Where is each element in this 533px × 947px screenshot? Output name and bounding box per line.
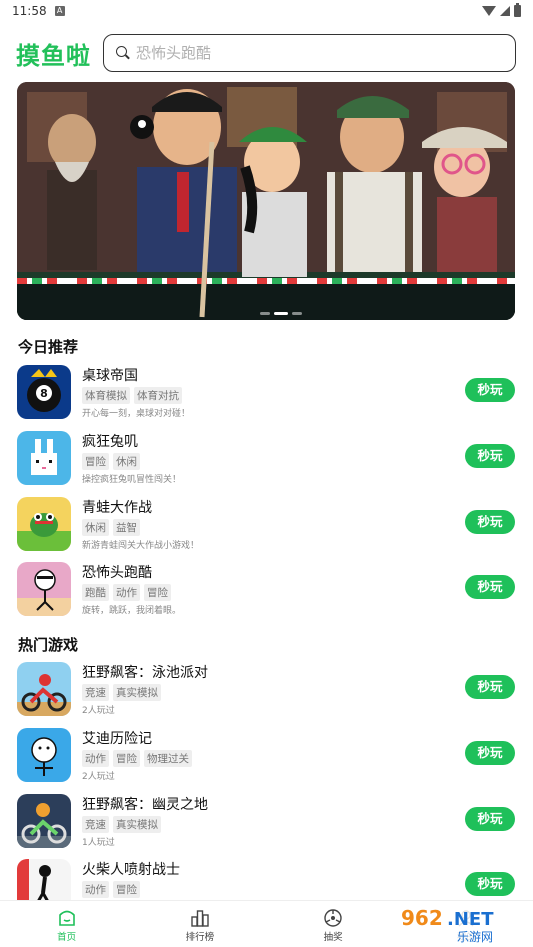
carousel-indicator	[260, 312, 302, 315]
header: 摸鱼啦	[0, 34, 533, 72]
nav-label: 排行榜	[185, 932, 215, 943]
nav-ranking[interactable]: 排行榜	[133, 901, 266, 947]
section-title-today: 今日推荐	[18, 338, 79, 356]
game-tag: 跑酷	[82, 584, 109, 601]
game-tags: 跑酷 动作 冒险	[82, 584, 171, 601]
game-name: 狂野飙客：幽灵之地	[82, 797, 208, 813]
notification-icon: A	[54, 6, 65, 16]
watermark-logo: 962 .NET 乐游网	[397, 901, 527, 945]
game-row[interactable]: 狂野飙客：幽灵之地 竞速 真实模拟 1人玩过 秒玩	[17, 794, 517, 850]
app-logo: 摸鱼啦	[16, 42, 91, 70]
game-tag: 冒险	[82, 453, 109, 470]
game-row[interactable]: 8 桌球帝国 体育模拟 体育对抗 开心每一刻，桌球对对碰！ 秒玩	[17, 365, 517, 421]
rabbit-icon	[17, 431, 71, 485]
game-tag: 冒险	[113, 881, 140, 898]
game-tag: 动作	[82, 750, 109, 767]
frog-icon	[17, 497, 71, 551]
game-tag: 竞速	[82, 684, 109, 701]
status-bar: 11:58 A	[0, 0, 533, 22]
game-tag: 真实模拟	[113, 684, 161, 701]
runner-icon	[17, 562, 71, 616]
game-tags: 竞速 真实模拟	[82, 816, 161, 833]
ghost-bike-icon	[17, 794, 71, 848]
game-tag: 益智	[113, 519, 140, 536]
game-name: 疯狂兔叽	[82, 434, 138, 450]
game-name: 恐怖头跑酷	[82, 565, 152, 581]
game-tags: 休闲 益智	[82, 519, 140, 536]
search-bar[interactable]	[103, 34, 516, 72]
game-tags: 动作 冒险 物理过关	[82, 750, 192, 767]
game-tag: 体育对抗	[134, 387, 182, 404]
game-row[interactable]: 青蛙大作战 休闲 益智 新游青蛙闯关大作战小游戏！ 秒玩	[17, 497, 517, 553]
game-description: 旋转，跳跃，我闭着眼。	[82, 606, 182, 616]
game-tag: 体育模拟	[82, 387, 130, 404]
game-tag: 冒险	[113, 750, 140, 767]
game-description: 新游青蛙闯关大作战小游戏！	[82, 541, 200, 551]
nav-home[interactable]: 首页	[0, 901, 133, 947]
nav-label: 抽奖	[323, 932, 343, 943]
game-tag: 真实模拟	[113, 816, 161, 833]
billiard-ball-icon: 8	[17, 365, 71, 419]
carousel-dot-active[interactable]	[274, 312, 288, 315]
carousel-dot[interactable]	[292, 312, 302, 315]
play-button[interactable]: 秒玩	[465, 872, 515, 896]
game-row[interactable]: 艾迪历险记 动作 冒险 物理过关 2人玩过 秒玩	[17, 728, 517, 784]
motorbike-icon	[17, 662, 71, 716]
svg-text:8: 8	[40, 387, 48, 400]
signal-icon	[500, 6, 510, 16]
status-time: 11:58	[12, 4, 47, 18]
game-tag: 休闲	[113, 453, 140, 470]
nav-label: 首页	[57, 932, 77, 943]
section-title-hot: 热门游戏	[18, 636, 79, 654]
stickman-face-icon	[17, 728, 71, 782]
play-button[interactable]: 秒玩	[465, 444, 515, 468]
play-button[interactable]: 秒玩	[465, 675, 515, 699]
game-tag: 动作	[113, 584, 140, 601]
game-name: 青蛙大作战	[82, 500, 152, 516]
svg-text:乐游网: 乐游网	[457, 930, 493, 944]
banner-carousel[interactable]	[17, 82, 515, 320]
game-tag: 休闲	[82, 519, 109, 536]
game-name: 狂野飙客：泳池派对	[82, 665, 208, 681]
play-button[interactable]: 秒玩	[465, 510, 515, 534]
play-count: 2人玩过	[82, 706, 115, 716]
game-row[interactable]: 恐怖头跑酷 跑酷 动作 冒险 旋转，跳跃，我闭着眼。 秒玩	[17, 562, 517, 618]
game-tag: 竞速	[82, 816, 109, 833]
lottery-icon	[323, 909, 343, 927]
play-count: 2人玩过	[82, 772, 115, 782]
game-tags: 冒险 休闲	[82, 453, 140, 470]
search-icon	[116, 46, 130, 60]
search-input[interactable]	[136, 44, 496, 62]
game-tag: 物理过关	[144, 750, 192, 767]
play-button[interactable]: 秒玩	[465, 378, 515, 402]
game-name: 桌球帝国	[82, 368, 138, 384]
battery-icon	[514, 3, 521, 17]
game-tags: 竞速 真实模拟	[82, 684, 161, 701]
status-icons	[482, 3, 521, 17]
play-button[interactable]: 秒玩	[465, 575, 515, 599]
play-count: 1人玩过	[82, 838, 115, 848]
play-button[interactable]: 秒玩	[465, 807, 515, 831]
nav-lottery[interactable]: 抽奖	[267, 901, 400, 947]
game-description: 操控疯狂兔叽冒性闯关！	[82, 475, 182, 485]
game-row[interactable]: 疯狂兔叽 冒险 休闲 操控疯狂兔叽冒性闯关！ 秒玩	[17, 431, 517, 487]
game-description: 开心每一刻，桌球对对碰！	[82, 409, 191, 419]
svg-text:.NET: .NET	[447, 909, 494, 930]
play-button[interactable]: 秒玩	[465, 741, 515, 765]
game-name: 火柴人喷射战士	[82, 862, 180, 878]
game-tags: 体育模拟 体育对抗	[82, 387, 182, 404]
wifi-icon	[482, 6, 496, 16]
carousel-dot[interactable]	[260, 312, 270, 315]
game-tag: 冒险	[144, 584, 171, 601]
banner-illustration	[17, 82, 515, 320]
home-icon	[57, 909, 77, 927]
game-tags: 动作 冒险	[82, 881, 140, 898]
game-tag: 动作	[82, 881, 109, 898]
svg-text:962: 962	[401, 906, 443, 930]
game-name: 艾迪历险记	[82, 731, 152, 747]
ranking-icon	[190, 909, 210, 927]
game-row[interactable]: 狂野飙客：泳池派对 竞速 真实模拟 2人玩过 秒玩	[17, 662, 517, 718]
